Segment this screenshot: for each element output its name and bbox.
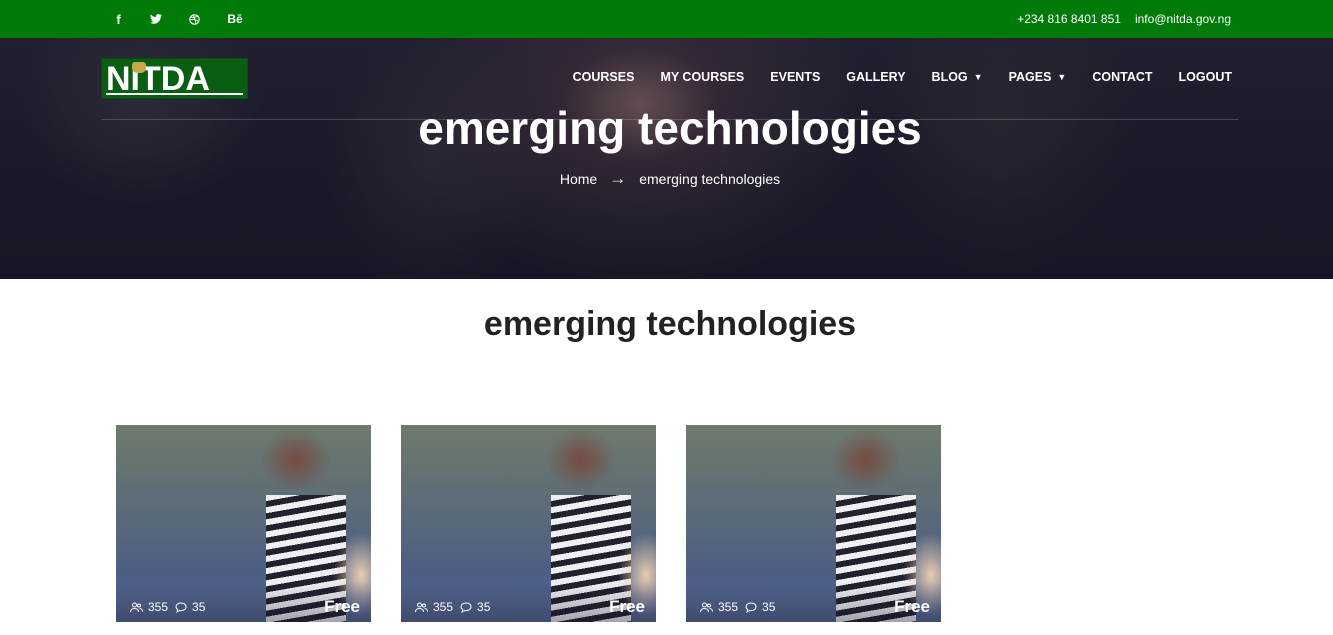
nav-label: PAGES	[1008, 70, 1052, 84]
nav-label: EVENTS	[770, 70, 821, 84]
nav-label: MY COURSES	[660, 70, 745, 84]
course-meta: 355 35	[130, 600, 205, 614]
behance-icon[interactable]: Bē	[227, 0, 243, 38]
comment-icon	[460, 601, 472, 613]
dribbble-icon[interactable]	[187, 0, 201, 38]
facebook-icon[interactable]: f	[110, 0, 127, 38]
nav-label: GALLERY	[846, 70, 906, 84]
nitda-logo[interactable]: NITDA	[101, 58, 248, 99]
course-meta: 355 35	[415, 600, 490, 614]
coat-of-arms-icon	[132, 62, 146, 73]
course-card[interactable]: 355 35 Free	[401, 425, 656, 622]
comment-icon	[745, 601, 757, 613]
nav-label: LOGOUT	[1178, 70, 1232, 84]
twitter-icon[interactable]	[149, 0, 163, 38]
hero-title: emerging technologies	[418, 102, 922, 154]
breadcrumb-current: emerging technologies	[639, 171, 781, 187]
price-badge: Free	[894, 597, 930, 616]
students-icon	[130, 602, 143, 612]
email-address[interactable]: info@nitda.gov.ng	[1135, 12, 1231, 26]
top-bar: f Bē +234 816 8401 851 info@nitda.gov.ng	[0, 0, 1333, 38]
comment-count: 35	[192, 600, 206, 614]
student-count: 355	[718, 600, 739, 614]
page-title: emerging technologies	[483, 305, 857, 343]
students-icon	[415, 602, 428, 612]
price-badge: Free	[609, 597, 645, 616]
student-count: 355	[433, 600, 454, 614]
nav-logout[interactable]: LOGOUT	[1179, 70, 1232, 84]
contact-info: +234 816 8401 851 info@nitda.gov.ng	[1017, 0, 1231, 38]
nav-courses[interactable]: COURSES	[573, 70, 635, 84]
social-links: f Bē	[110, 0, 243, 38]
nav-contact[interactable]: CONTACT	[1092, 70, 1152, 84]
course-card[interactable]: 355 35 Free	[686, 425, 941, 622]
main-nav: COURSES MY COURSES EVENTS GALLERY BLOG ▼ …	[547, 66, 1232, 88]
chevron-down-icon: ▼	[1057, 72, 1067, 82]
nav-blog[interactable]: BLOG ▼	[932, 70, 983, 84]
student-count: 355	[148, 600, 169, 614]
nav-label: COURSES	[572, 70, 635, 84]
nav-label: BLOG	[931, 70, 968, 84]
nav-my-courses[interactable]: MY COURSES	[660, 70, 744, 84]
phone-number[interactable]: +234 816 8401 851	[1017, 12, 1121, 26]
price-badge: Free	[324, 597, 360, 616]
comment-count: 35	[762, 600, 776, 614]
comment-count: 35	[477, 600, 491, 614]
nav-pages[interactable]: PAGES ▼	[1009, 70, 1067, 84]
nav-label: CONTACT	[1092, 70, 1153, 84]
breadcrumb: Home → emerging technologies	[0, 169, 1333, 189]
hero-banner: NITDA COURSES MY COURSES EVENTS GALLERY …	[0, 38, 1333, 279]
chevron-down-icon: ▼	[973, 72, 983, 82]
arrow-right-icon: →	[609, 169, 627, 188]
comment-icon	[175, 601, 187, 613]
students-icon	[700, 602, 713, 612]
course-meta: 355 35	[700, 600, 775, 614]
nav-events[interactable]: EVENTS	[770, 70, 820, 84]
nav-gallery[interactable]: GALLERY	[846, 70, 905, 84]
card-image: ​	[116, 437, 181, 447]
course-card[interactable]: ​ 355 35 Free	[116, 425, 371, 622]
logo-underline	[106, 93, 243, 95]
breadcrumb-home-link[interactable]: Home	[560, 171, 597, 187]
